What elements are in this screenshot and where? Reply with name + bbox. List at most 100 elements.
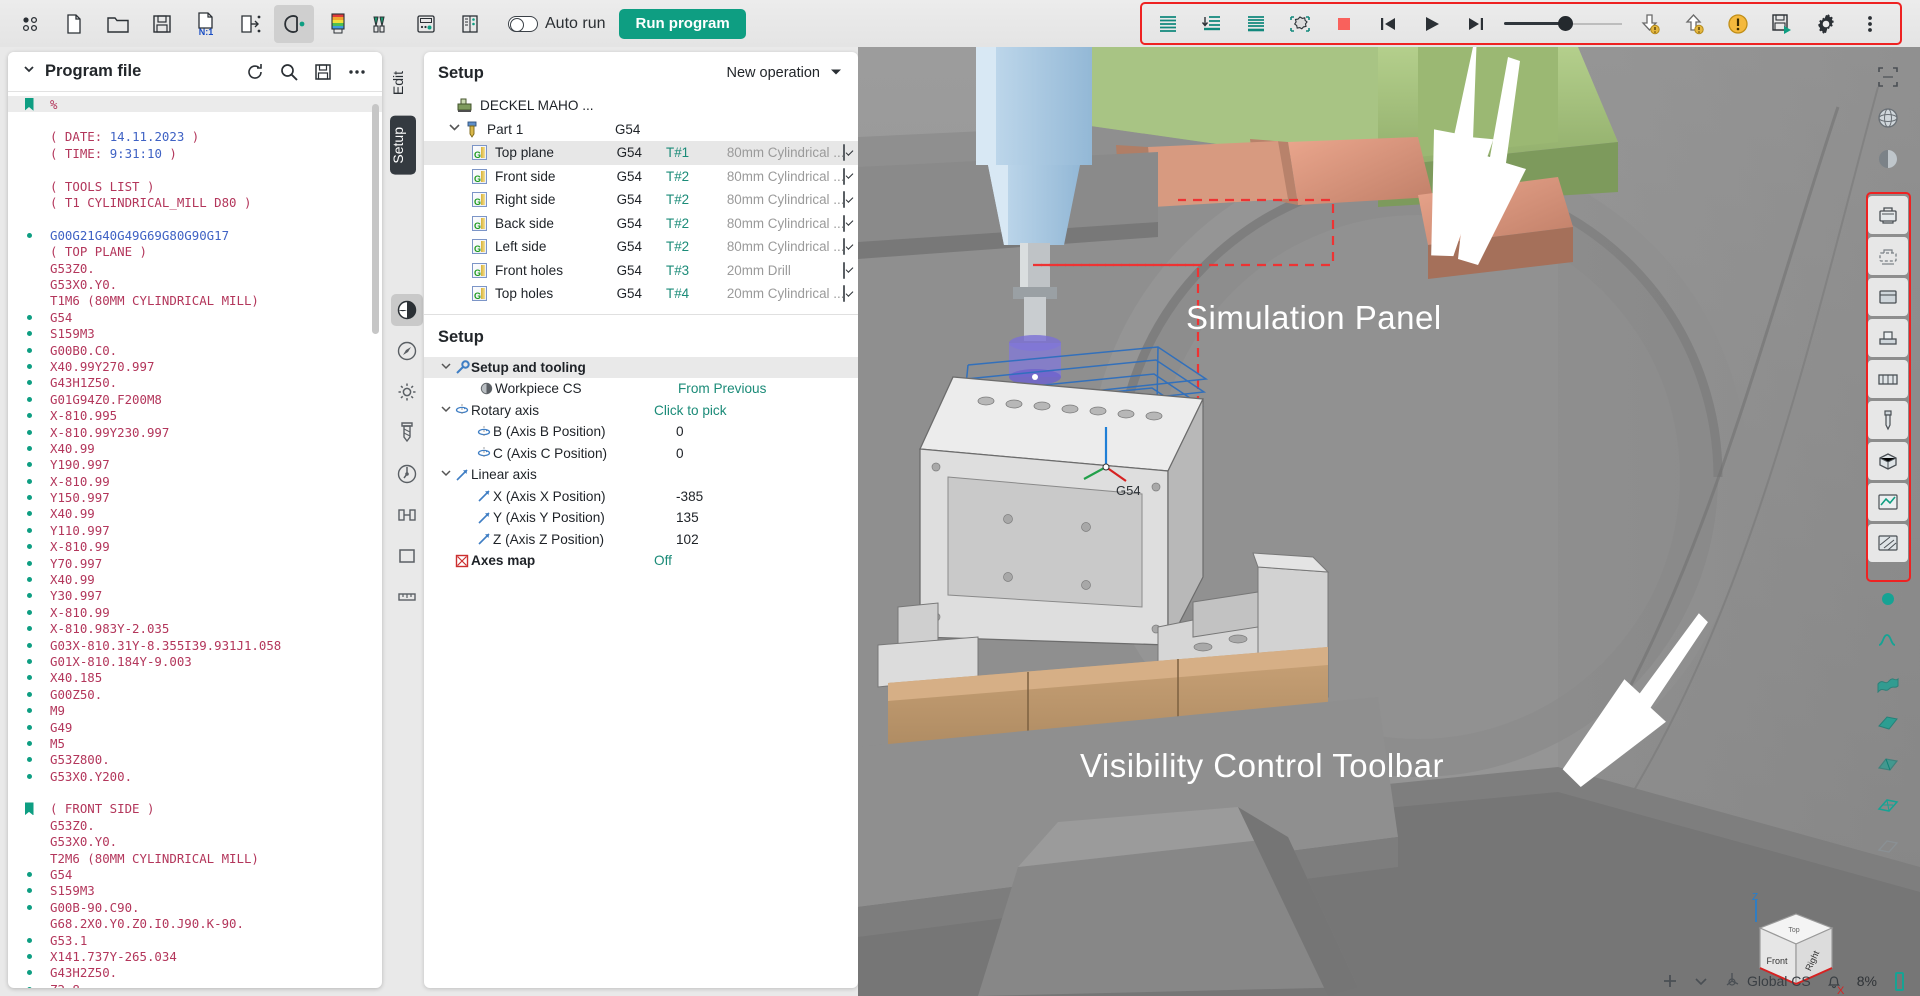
breakpoint-dot-icon[interactable] — [8, 544, 50, 550]
breakpoint-dot-icon[interactable] — [8, 577, 50, 583]
operation-enabled-checkbox[interactable] — [842, 214, 858, 232]
code-line[interactable]: T2M6 (80MM CYLINDRICAL MILL) — [8, 850, 382, 866]
operation-enabled-checkbox[interactable] — [842, 167, 858, 185]
more-menu-icon[interactable] — [1850, 5, 1890, 43]
breakpoint-dot-icon[interactable] — [8, 724, 50, 730]
breakpoint-dot-icon[interactable] — [8, 593, 50, 599]
save-icon[interactable] — [306, 56, 340, 88]
code-line[interactable]: M9 — [8, 702, 382, 718]
show-machine-icon[interactable] — [1868, 196, 1908, 234]
code-line[interactable]: % — [8, 96, 382, 113]
code-line[interactable]: G53X0.Y0. — [8, 834, 382, 850]
breakpoint-dot-icon[interactable] — [8, 708, 50, 714]
reload-icon[interactable] — [238, 56, 272, 88]
code-line[interactable] — [8, 784, 382, 800]
breakpoint-dot-icon[interactable] — [8, 626, 50, 632]
property-value[interactable]: From Previous — [678, 381, 858, 396]
breakpoint-dot-icon[interactable] — [8, 740, 50, 746]
operation-row[interactable]: G Top holes G54 T#4 20mm Cylindrical ... — [424, 282, 858, 306]
breakpoint-dot-icon[interactable] — [8, 609, 50, 615]
breakpoint-dot-icon[interactable] — [8, 642, 50, 648]
code-line[interactable]: ( TOP PLANE ) — [8, 244, 382, 260]
show-section-icon[interactable] — [1868, 524, 1908, 562]
code-line[interactable]: X40.99 — [8, 440, 382, 456]
save-disk-icon[interactable] — [142, 5, 182, 43]
sketch-mode-icon[interactable] — [1868, 826, 1908, 864]
operation-row[interactable]: G Front side G54 T#2 80mm Cylindrical ... — [424, 165, 858, 189]
code-line[interactable]: M5 — [8, 735, 382, 751]
show-machine-wire-icon[interactable] — [1868, 237, 1908, 275]
code-scrollbar[interactable] — [372, 104, 379, 334]
operation-row[interactable]: G Back side G54 T#2 80mm Cylindrical ... — [424, 212, 858, 236]
property-row[interactable]: B (Axis B Position) 0 — [424, 421, 858, 443]
open-folder-icon[interactable] — [98, 5, 138, 43]
operation-row[interactable]: G Left side G54 T#2 80mm Cylindrical ... — [424, 235, 858, 259]
code-line[interactable]: G53Z0. — [8, 817, 382, 833]
stop-button[interactable] — [1324, 5, 1364, 43]
breakpoint-dot-icon[interactable] — [8, 363, 50, 369]
property-collapse-chevron-icon[interactable] — [438, 469, 453, 480]
code-line[interactable]: G00B0.C0. — [8, 342, 382, 358]
breakpoint-dot-icon[interactable] — [8, 691, 50, 697]
breakpoint-dot-icon[interactable] — [8, 347, 50, 353]
fixtures-icon[interactable] — [362, 5, 402, 43]
program-code-area[interactable]: % ( DATE: 14.11.2023 )( TIME: 9:31:10 ) ( … — [8, 92, 382, 988]
breakpoint-dot-icon[interactable] — [8, 232, 50, 238]
breakpoint-dot-icon[interactable] — [8, 380, 50, 386]
surface-mode-icon[interactable] — [1868, 662, 1908, 700]
code-line[interactable]: G68.2X0.Y0.Z0.I0.J90.K-90. — [8, 916, 382, 932]
grid-dots-icon[interactable] — [10, 5, 50, 43]
code-line[interactable]: X-810.99 — [8, 604, 382, 620]
zoom-level-indicator[interactable]: 8% — [1850, 967, 1884, 995]
show-part-icon[interactable] — [1868, 442, 1908, 480]
property-row[interactable]: Rotary axis Click to pick — [424, 400, 858, 422]
code-line[interactable]: Y150.997 — [8, 489, 382, 505]
global-cs-button[interactable]: Global CS — [1716, 967, 1818, 995]
new-file-icon[interactable] — [54, 5, 94, 43]
show-tool-icon[interactable] — [1868, 401, 1908, 439]
code-line[interactable]: G53Z800. — [8, 752, 382, 768]
auto-run-switch[interactable] — [508, 15, 538, 32]
code-line[interactable]: ( TIME: 9:31:10 ) — [8, 145, 382, 161]
code-line[interactable]: G01X-810.184Y-9.003 — [8, 653, 382, 669]
code-line[interactable] — [8, 211, 382, 227]
curve-mode-icon[interactable] — [1868, 621, 1908, 659]
code-line[interactable]: G54 — [8, 866, 382, 882]
code-line[interactable]: G53.1 — [8, 932, 382, 948]
breakpoint-dot-icon[interactable] — [8, 445, 50, 451]
property-collapse-chevron-icon[interactable] — [438, 405, 453, 416]
code-line[interactable]: S159M3 — [8, 883, 382, 899]
collapse-chevron-icon[interactable] — [22, 62, 36, 81]
expand-chevron-icon[interactable] — [446, 123, 462, 135]
code-line[interactable]: X141.737Y-265.034 — [8, 948, 382, 964]
stock-box-icon[interactable] — [391, 540, 423, 572]
code-line[interactable]: X-810.99 — [8, 539, 382, 555]
breakpoint-dot-icon[interactable] — [8, 773, 50, 779]
gear-icon[interactable] — [391, 376, 423, 408]
notifications-bell-button[interactable] — [1818, 967, 1850, 995]
sim-step-down-icon[interactable] — [1192, 5, 1232, 43]
code-line[interactable] — [8, 112, 382, 128]
code-line[interactable]: X40.99 — [8, 506, 382, 522]
breakpoint-dot-icon[interactable] — [8, 970, 50, 976]
operation-enabled-checkbox[interactable] — [842, 261, 858, 279]
code-line[interactable]: G43H1Z50. — [8, 375, 382, 391]
breakpoint-dot-icon[interactable] — [8, 495, 50, 501]
property-value[interactable]: Click to pick — [654, 403, 858, 418]
breakpoint-dot-icon[interactable] — [8, 462, 50, 468]
breakpoint-dot-icon[interactable] — [8, 429, 50, 435]
operation-enabled-checkbox[interactable] — [842, 144, 858, 162]
code-line[interactable]: X40.99 — [8, 571, 382, 587]
code-line[interactable]: X-810.99 — [8, 473, 382, 489]
show-fixture-icon[interactable] — [1868, 278, 1908, 316]
breakpoint-dot-icon[interactable] — [8, 986, 50, 988]
view-dropdown-button[interactable] — [1686, 967, 1716, 995]
operation-enabled-checkbox[interactable] — [842, 238, 858, 256]
view-shaded-icon[interactable] — [1868, 140, 1908, 178]
code-line[interactable]: ( DATE: 14.11.2023 ) — [8, 129, 382, 145]
nc-file-icon[interactable]: N:1 — [186, 5, 226, 43]
warning-icon[interactable] — [1718, 5, 1758, 43]
breakpoint-dot-icon[interactable] — [8, 872, 50, 878]
code-line[interactable]: X40.99Y270.997 — [8, 358, 382, 374]
auto-run-toggle[interactable]: Auto run — [508, 15, 605, 33]
